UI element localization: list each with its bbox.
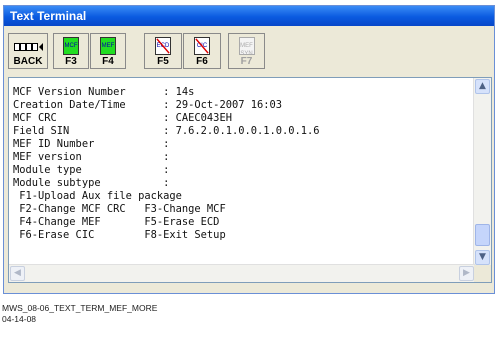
terminal-line: Module subtype :	[13, 177, 170, 189]
terminal-line: MEF version :	[13, 151, 170, 163]
terminal-lines: MCF Version Number : 14s Creation Date/T…	[13, 86, 320, 242]
red-cross-icon	[195, 38, 209, 54]
f7-button-disabled[interactable]: MEF SYN F7	[228, 33, 265, 69]
vertical-scrollbar[interactable]: ▲ ▼	[473, 78, 491, 266]
scroll-thumb[interactable]	[475, 224, 490, 246]
function-key-toolbar: BACK MCF F3 MEF F4 ECD F5 CIC F6	[8, 33, 492, 69]
screenshot-id-caption: MWS_08-06_TEXT_TERM_MEF_MORE	[2, 303, 158, 313]
f6-label: F6	[196, 56, 208, 67]
window-title: Text Terminal	[4, 6, 494, 26]
terminal-line: Field SIN : 7.6.2.0.1.0.0.1.0.0.1.6	[13, 125, 320, 137]
f7-key-icon: MEF SYN	[238, 37, 255, 57]
terminal-line: F4-Change MEF F5-Erase ECD	[13, 216, 220, 228]
back-button[interactable]: BACK	[8, 33, 48, 69]
text-terminal-window: Text Terminal BACK MCF F3 MEF F4 ECD	[3, 5, 495, 294]
mcf-key-icon: MCF	[63, 37, 79, 55]
terminal-display[interactable]: MCF Version Number : 14s Creation Date/T…	[8, 77, 492, 283]
mef-key-icon: MEF	[100, 37, 116, 55]
back-label: BACK	[13, 56, 43, 67]
cic-key-icon: CIC	[194, 37, 210, 55]
f4-label: F4	[102, 56, 114, 67]
f3-change-mcf-button[interactable]: MCF F3	[53, 33, 89, 69]
f5-erase-ecd-button[interactable]: ECD F5	[144, 33, 182, 69]
terminal-line: Creation Date/Time : 29-Oct-2007 16:03	[13, 99, 282, 111]
terminal-line: F1-Upload Aux file package	[13, 190, 182, 202]
f5-label: F5	[157, 56, 169, 67]
terminal-line: Module type :	[13, 164, 170, 176]
f7-label: F7	[240, 56, 253, 67]
scroll-up-button[interactable]: ▲	[475, 79, 490, 94]
scroll-left-button[interactable]: ◀	[10, 266, 25, 281]
terminal-line: F2-Change MCF CRC F3-Change MCF	[13, 203, 226, 215]
back-key-icon	[14, 43, 43, 51]
terminal-line: F6-Erase CIC F8-Exit Setup	[13, 229, 226, 241]
terminal-line: MCF CRC : CAEC043EH	[13, 112, 232, 124]
terminal-line: MCF Version Number : 14s	[13, 86, 195, 98]
f6-erase-cic-button[interactable]: CIC F6	[183, 33, 221, 69]
f4-change-mef-button[interactable]: MEF F4	[90, 33, 126, 69]
ecd-key-icon: ECD	[155, 37, 171, 55]
horizontal-scrollbar[interactable]: ◀ ▶	[9, 264, 475, 282]
red-cross-icon	[156, 38, 170, 54]
scroll-right-button[interactable]: ▶	[459, 266, 474, 281]
f3-label: F3	[65, 56, 77, 67]
terminal-line: MEF ID Number :	[13, 138, 170, 150]
screenshot-date-caption: 04-14-08	[2, 314, 37, 324]
scrollbar-corner	[474, 265, 491, 282]
scroll-down-button[interactable]: ▼	[475, 250, 490, 265]
